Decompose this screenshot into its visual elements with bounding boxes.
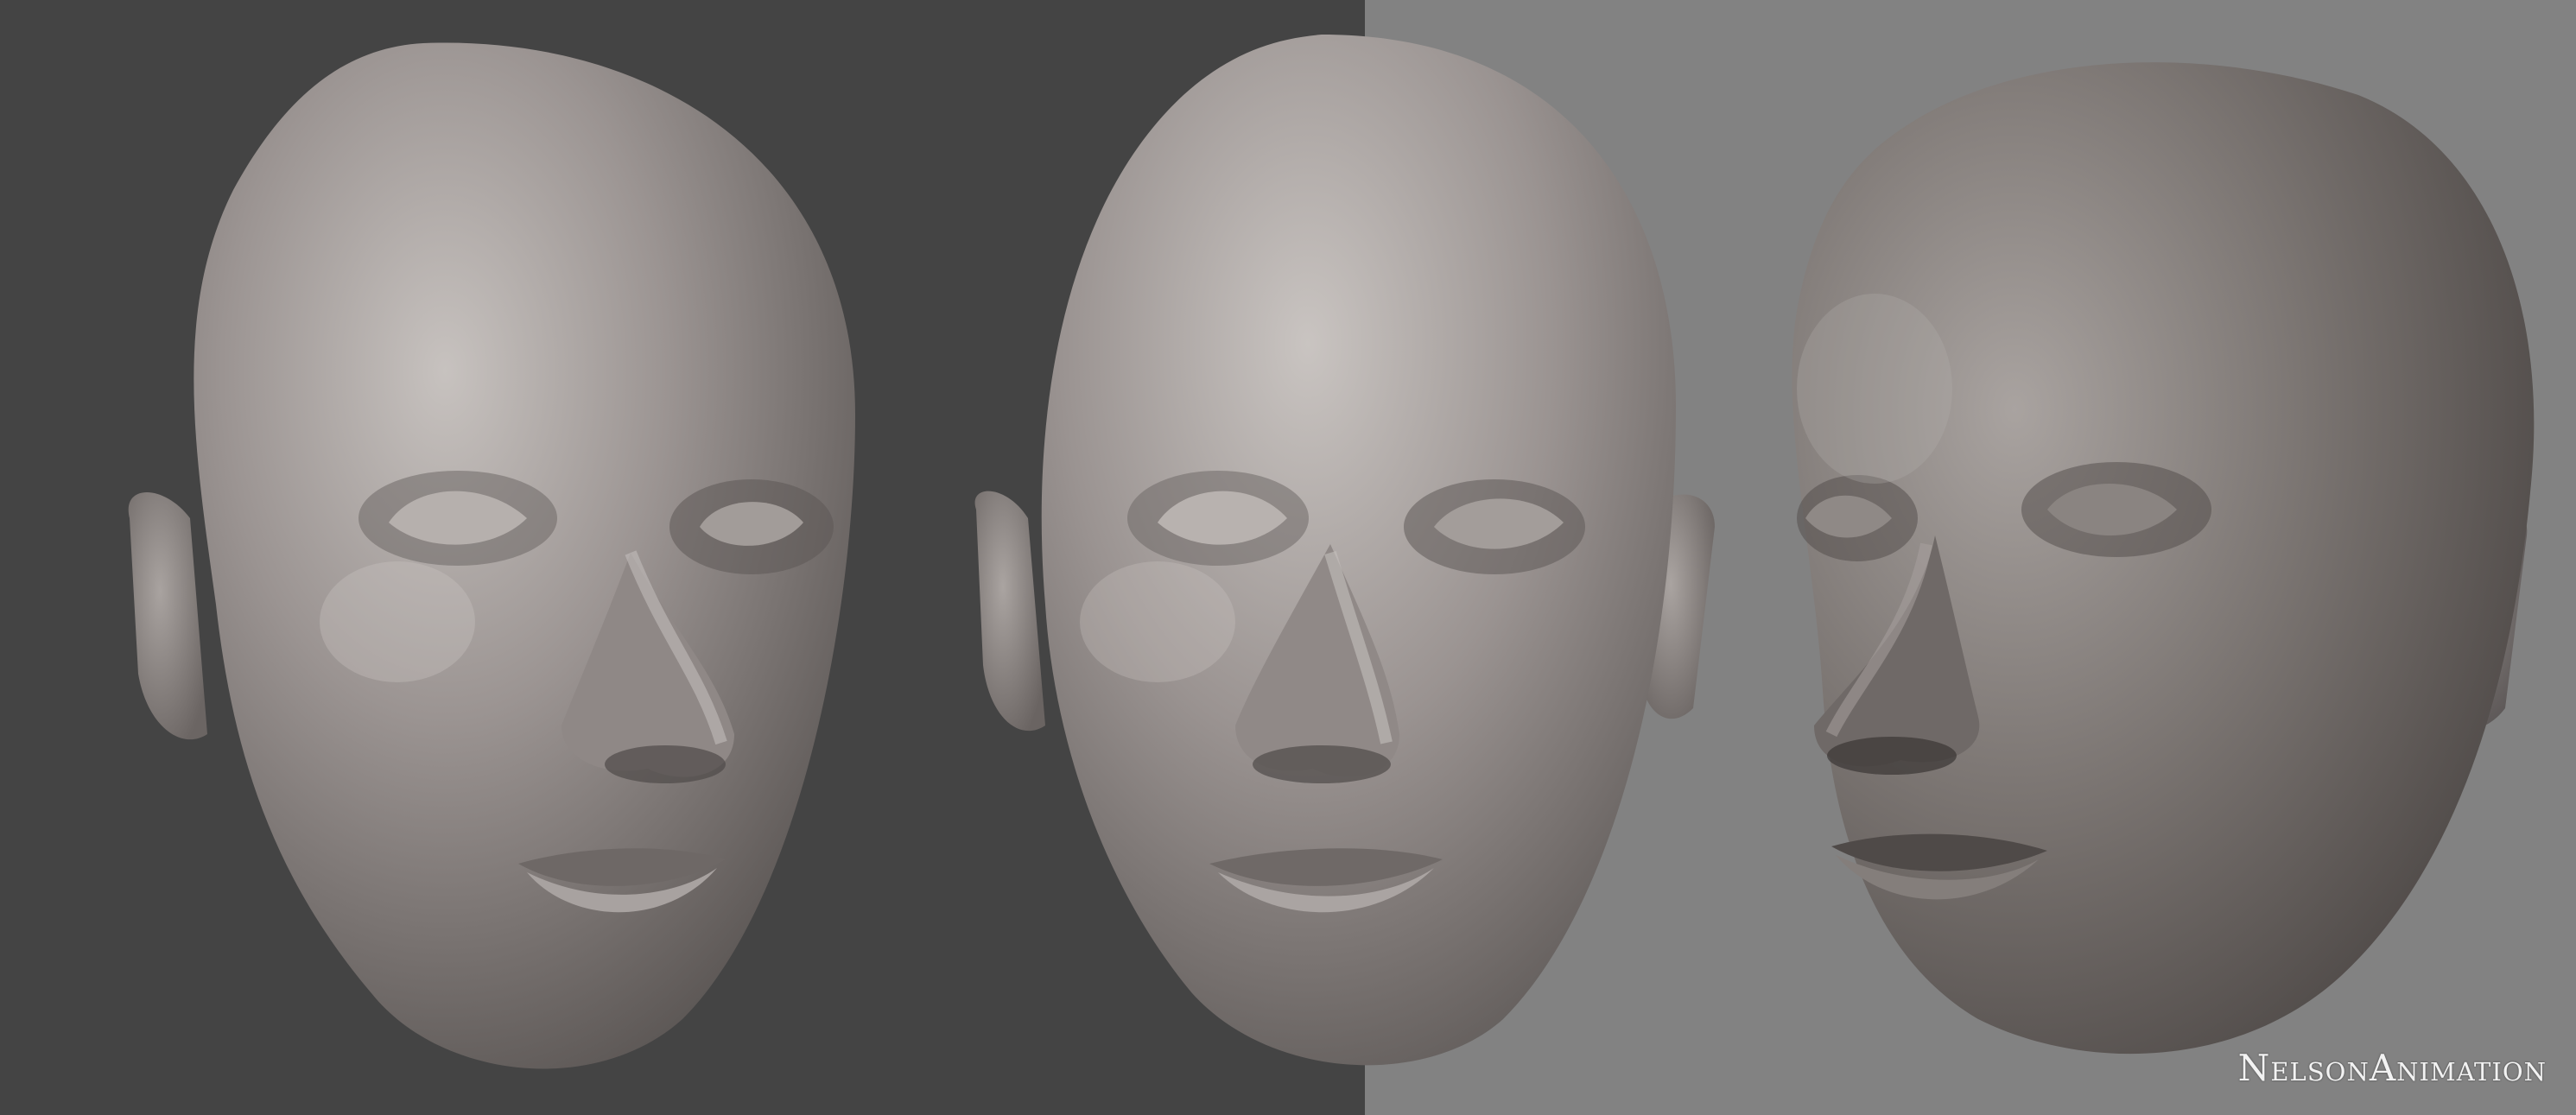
left-ear xyxy=(128,492,207,740)
head-shape xyxy=(1792,62,2535,1055)
head-render-three-quarter-left xyxy=(128,42,856,1069)
watermark-logo: NelsonAnimation xyxy=(2237,1047,2547,1089)
left-ear xyxy=(974,491,1045,732)
head-shape xyxy=(1041,35,1676,1066)
head-render-front xyxy=(974,35,1715,1066)
head-render-three-quarter-right xyxy=(1792,62,2535,1055)
